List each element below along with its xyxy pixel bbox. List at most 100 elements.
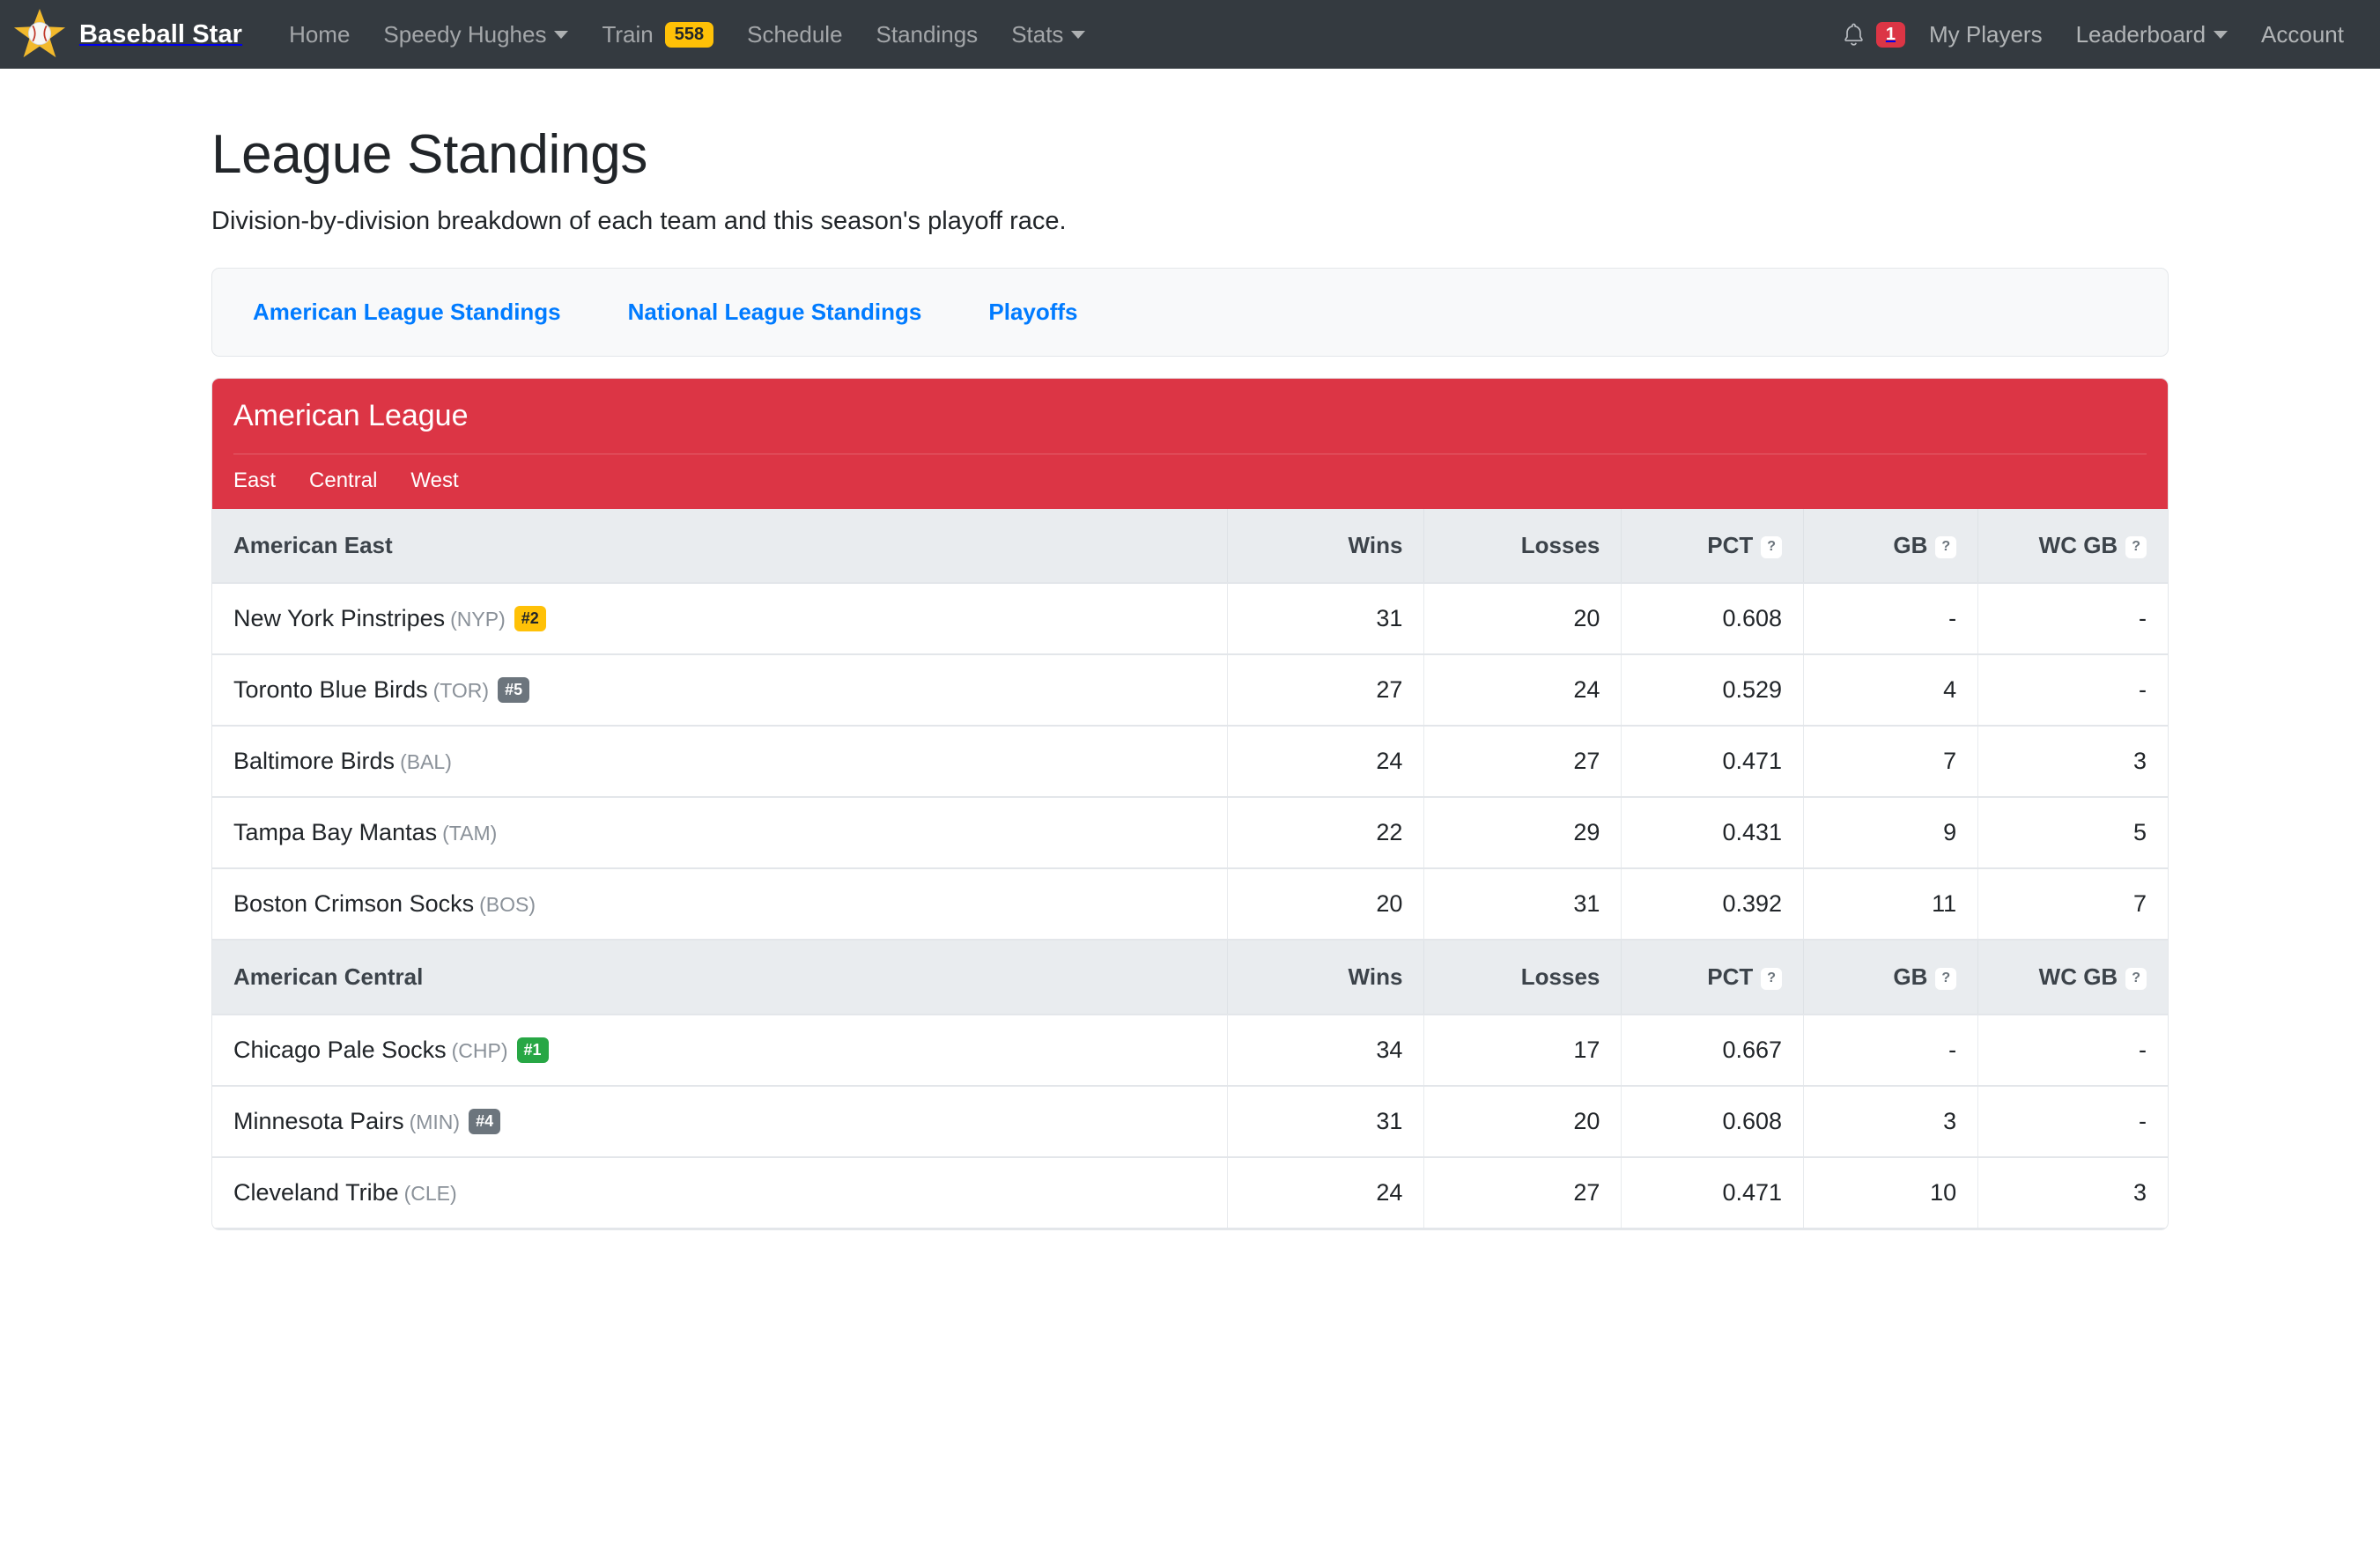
column-header-pct-label: PCT xyxy=(1707,963,1754,991)
pct-cell: 0.471 xyxy=(1621,1157,1804,1230)
nav-item-leaderboard-label: Leaderboard xyxy=(2075,20,2206,48)
nav-item-my-players[interactable]: My Players xyxy=(1912,21,2059,48)
rank-badge: #2 xyxy=(514,606,546,632)
division-link-west[interactable]: West xyxy=(410,469,458,493)
losses-cell: 31 xyxy=(1423,868,1622,941)
team-abbreviation: (MIN) xyxy=(409,1111,461,1134)
team-cell[interactable]: Cleveland Tribe (CLE) xyxy=(212,1157,1227,1230)
pct-cell: 0.471 xyxy=(1621,726,1804,799)
table-row[interactable]: Minnesota Pairs (MIN) #4 31 20 0.608 3- xyxy=(212,1086,2168,1159)
column-header-losses-label: Losses xyxy=(1520,532,1600,559)
column-header-losses: Losses xyxy=(1423,940,1622,1016)
help-icon[interactable]: ? xyxy=(1935,536,1957,559)
page-container: League Standings Division-by-division br… xyxy=(0,123,2380,1231)
table-row[interactable]: Toronto Blue Birds (TOR) #5 27 24 0.529 4- xyxy=(212,654,2168,727)
team-cell[interactable]: Boston Crimson Socks (BOS) xyxy=(212,868,1227,941)
rank-badge: #5 xyxy=(498,677,530,704)
team-name: Boston Crimson Socks xyxy=(233,890,475,918)
column-header-losses: Losses xyxy=(1423,509,1622,585)
nav-item-account[interactable]: Account xyxy=(2244,21,2361,48)
quick-link-national-league[interactable]: National League Standings xyxy=(628,299,922,326)
wins-cell: 31 xyxy=(1226,1086,1424,1159)
team-cell[interactable]: New York Pinstripes (NYP) #2 xyxy=(212,583,1227,656)
baseball-star-logo-icon xyxy=(12,7,67,62)
nav-item-train-label: Train xyxy=(602,20,654,48)
wc-gb-cell: - xyxy=(1977,1086,2168,1159)
bell-icon xyxy=(1842,22,1866,48)
help-icon[interactable]: ? xyxy=(1935,968,1957,991)
nav-item-stats[interactable]: Stats xyxy=(994,21,1102,48)
brand-link[interactable]: Baseball Star xyxy=(12,7,242,62)
quick-link-american-league[interactable]: American League Standings xyxy=(253,299,561,326)
pct-cell: 0.392 xyxy=(1621,868,1804,941)
wins-cell: 34 xyxy=(1226,1015,1424,1088)
nav-item-standings[interactable]: Standings xyxy=(860,21,995,48)
brand-title: Baseball Star xyxy=(79,19,243,48)
notifications-button[interactable]: 1 xyxy=(1833,21,1912,48)
table-row[interactable]: New York Pinstripes (NYP) #2 31 20 0.608- - xyxy=(212,583,2168,656)
table-row[interactable]: Chicago Pale Socks (CHP) #1 34 17 0.667- - xyxy=(212,1015,2168,1088)
division-name: American Central xyxy=(212,940,1227,1016)
nav-item-my-players-label: My Players xyxy=(1929,20,2043,48)
help-icon[interactable]: ? xyxy=(1761,968,1783,991)
wins-cell: 20 xyxy=(1226,868,1424,941)
quick-links-panel: American League Standings National Leagu… xyxy=(211,268,2169,358)
standings-table: American East Wins Losses PCT? GB? WC GB? New … xyxy=(212,509,2168,1230)
team-name: Chicago Pale Socks xyxy=(233,1037,447,1064)
nav-item-home[interactable]: Home xyxy=(272,21,366,48)
team-cell[interactable]: Tampa Bay Mantas (TAM) xyxy=(212,797,1227,870)
losses-cell: 17 xyxy=(1423,1015,1622,1088)
nav-item-leaderboard[interactable]: Leaderboard xyxy=(2059,21,2244,48)
table-row[interactable]: Baltimore Birds (BAL) 24 27 0.471 7 3 xyxy=(212,726,2168,799)
gb-cell: 3 xyxy=(1803,1086,1978,1159)
gb-cell: 10 xyxy=(1803,1157,1978,1230)
column-header-pct: PCT? xyxy=(1621,940,1804,1016)
wc-gb-cell: - xyxy=(1977,654,2168,727)
team-abbreviation: (CHP) xyxy=(451,1039,508,1063)
nav-item-account-label: Account xyxy=(2261,20,2344,48)
wc-gb-cell: 7 xyxy=(1977,868,2168,941)
secondary-nav: 1 My Players Leaderboard Account xyxy=(1833,21,2361,48)
table-row[interactable]: Cleveland Tribe (CLE) 24 27 0.471 10 3 xyxy=(212,1157,2168,1230)
pct-cell: 0.529 xyxy=(1621,654,1804,727)
gb-cell: 4 xyxy=(1803,654,1978,727)
team-name: Toronto Blue Birds xyxy=(233,676,428,704)
team-cell[interactable]: Toronto Blue Birds (TOR) #5 xyxy=(212,654,1227,727)
chevron-down-icon xyxy=(2214,30,2228,39)
help-icon[interactable]: ? xyxy=(2125,536,2147,559)
help-icon[interactable]: ? xyxy=(2125,968,2147,991)
team-cell[interactable]: Minnesota Pairs (MIN) #4 xyxy=(212,1086,1227,1159)
team-cell[interactable]: Chicago Pale Socks (CHP) #1 xyxy=(212,1015,1227,1088)
column-header-gb-label: GB xyxy=(1893,532,1928,559)
nav-item-player[interactable]: Speedy Hughes xyxy=(366,21,585,48)
chevron-down-icon xyxy=(554,30,569,39)
page-title: League Standings xyxy=(211,124,648,185)
losses-cell: 20 xyxy=(1423,1086,1622,1159)
nav-item-home-label: Home xyxy=(289,20,351,48)
gb-cell: - xyxy=(1803,1015,1978,1088)
column-header-gb: GB? xyxy=(1803,509,1978,585)
table-row[interactable]: Tampa Bay Mantas (TAM) 22 29 0.431 9 5 xyxy=(212,797,2168,870)
nav-item-train[interactable]: Train 558 xyxy=(585,21,730,48)
column-header-gb: GB? xyxy=(1803,940,1978,1016)
league-name: American League xyxy=(233,399,469,433)
gb-cell: 11 xyxy=(1803,868,1978,941)
gb-cell: - xyxy=(1803,583,1978,656)
team-abbreviation: (CLE) xyxy=(403,1182,457,1206)
team-cell[interactable]: Baltimore Birds (BAL) xyxy=(212,726,1227,799)
division-link-east[interactable]: East xyxy=(233,469,276,493)
nav-item-stats-label: Stats xyxy=(1011,20,1064,48)
column-header-wc-gb: WC GB? xyxy=(1977,509,2168,585)
table-row[interactable]: Boston Crimson Socks (BOS) 20 31 0.392 11 7 xyxy=(212,868,2168,941)
rank-badge: #1 xyxy=(516,1037,549,1064)
losses-cell: 27 xyxy=(1423,726,1622,799)
division-header-row: American East Wins Losses PCT? GB? WC GB? xyxy=(212,509,2168,585)
quick-link-playoffs[interactable]: Playoffs xyxy=(988,299,1077,326)
help-icon[interactable]: ? xyxy=(1761,536,1783,559)
column-header-pct-label: PCT xyxy=(1707,532,1754,559)
gb-cell: 7 xyxy=(1803,726,1978,799)
train-count-badge: 558 xyxy=(664,21,714,48)
team-abbreviation: (TAM) xyxy=(442,822,498,845)
nav-item-schedule[interactable]: Schedule xyxy=(730,21,859,48)
division-link-central[interactable]: Central xyxy=(309,469,377,493)
